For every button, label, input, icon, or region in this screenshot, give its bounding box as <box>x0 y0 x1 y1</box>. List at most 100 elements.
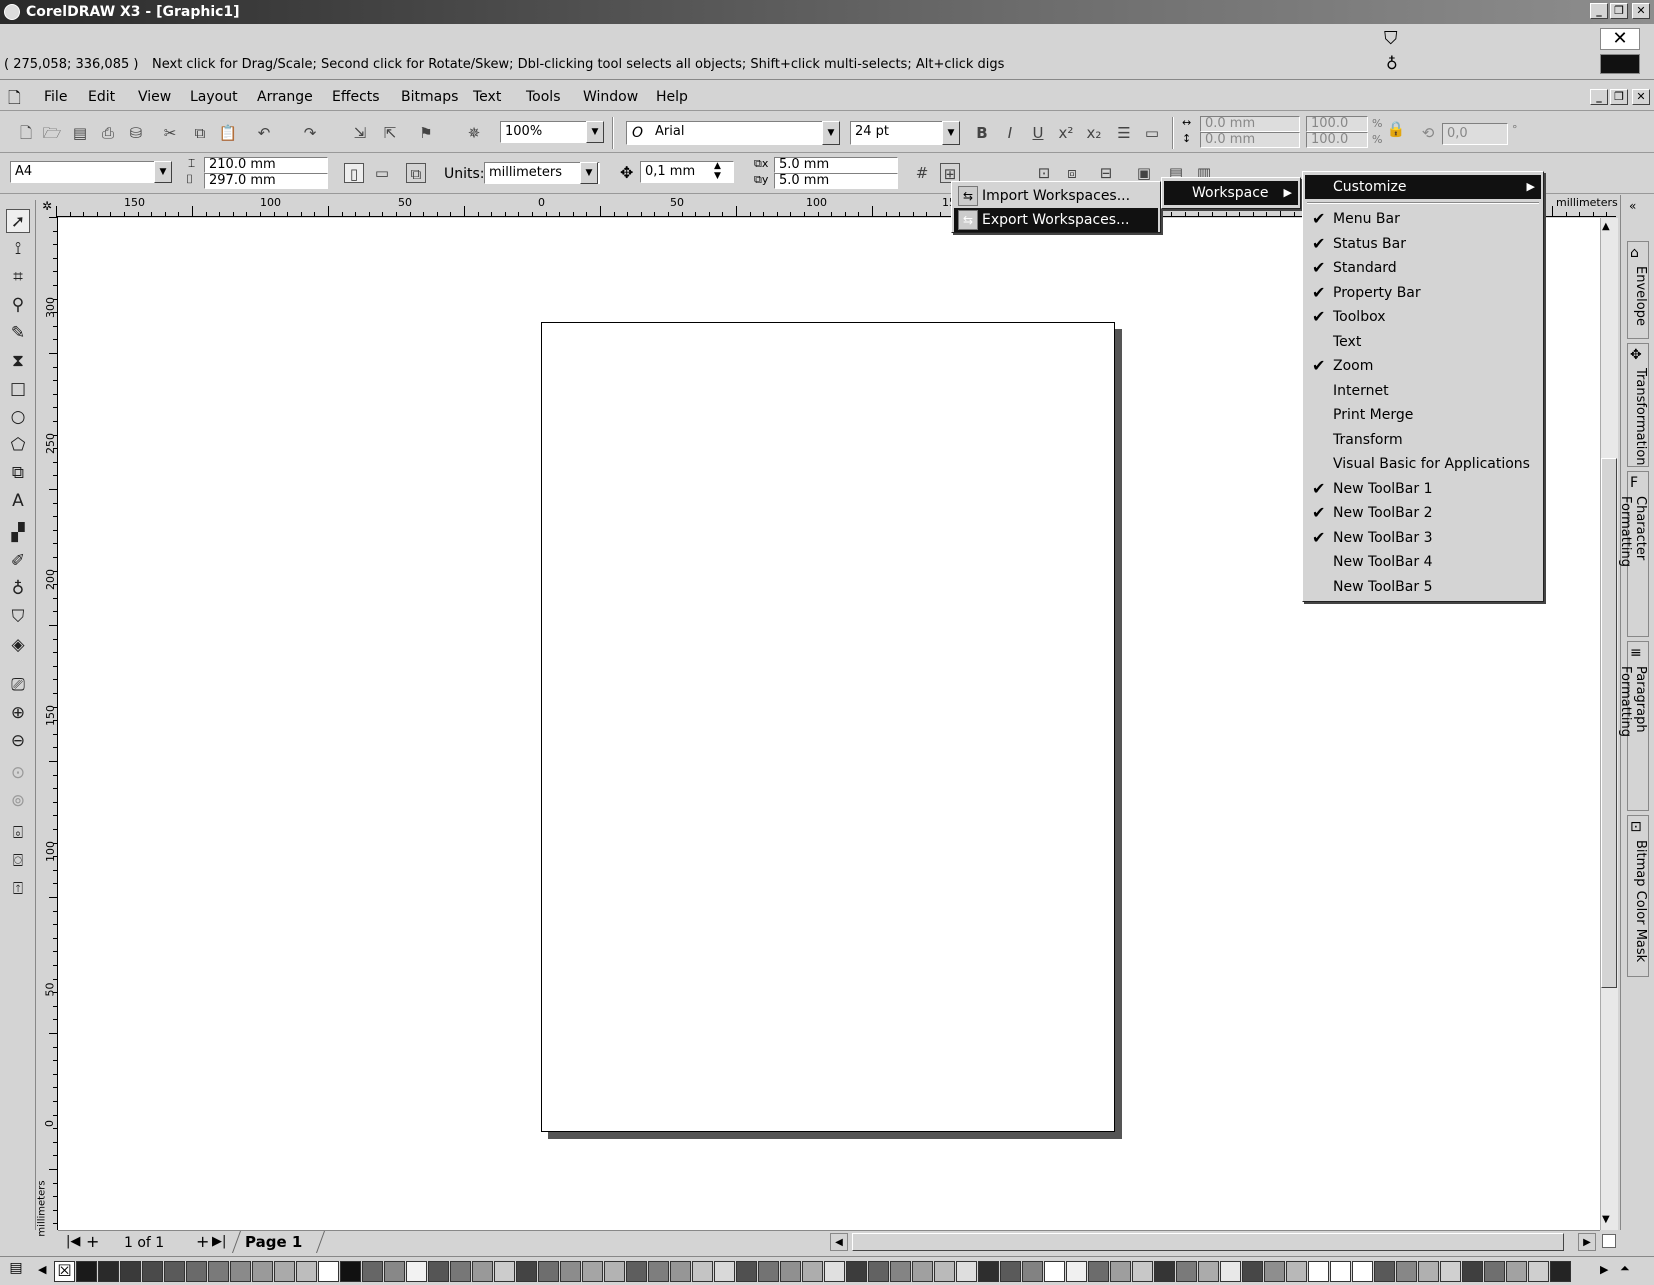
dynamic-guides-icon[interactable]: ⊟ <box>1096 163 1116 183</box>
scale-x-field[interactable]: 100.0 <box>1306 116 1368 132</box>
cut-icon[interactable]: ✂ <box>160 123 180 143</box>
color-swatch[interactable] <box>472 1261 493 1282</box>
export-icon[interactable]: ⇱ <box>380 123 400 143</box>
color-swatch[interactable] <box>362 1261 383 1282</box>
menu-edit[interactable]: Edit <box>88 89 115 105</box>
doc-restore-button[interactable]: ❐ <box>1610 89 1628 105</box>
outline-tool-icon[interactable]: ♁ <box>6 577 30 601</box>
color-swatch[interactable] <box>824 1261 845 1282</box>
color-swatch[interactable] <box>120 1261 141 1282</box>
menu-item-import-workspaces[interactable]: ⇆ Import Workspaces... <box>954 184 1158 208</box>
color-swatch[interactable] <box>1286 1261 1307 1282</box>
menu-item-export-workspaces[interactable]: ⇆ Export Workspaces... <box>954 208 1158 232</box>
zoom-dropdown[interactable]: ▼ <box>586 121 604 143</box>
superscript-icon[interactable]: x² <box>1056 123 1076 143</box>
zoom-width-icon[interactable]: ⌼ <box>6 849 30 873</box>
menu-help[interactable]: Help <box>656 89 688 105</box>
palette-menu-icon[interactable]: ▤ <box>4 1260 28 1282</box>
doc-close-button[interactable]: ✕ <box>1632 89 1650 105</box>
menu-arrange[interactable]: Arrange <box>257 89 313 105</box>
font-dropdown[interactable]: ▼ <box>822 121 840 145</box>
lock-ratio-icon[interactable]: 🔒 <box>1386 119 1406 139</box>
text-align-icon[interactable]: ☰ <box>1114 123 1134 143</box>
scroll-thumb[interactable] <box>1601 458 1617 988</box>
color-swatch[interactable] <box>560 1261 581 1282</box>
first-page-icon[interactable]: |◀ <box>66 1234 80 1249</box>
color-swatch[interactable] <box>76 1261 97 1282</box>
eyedropper-tool-icon[interactable]: ✐ <box>6 549 30 573</box>
view-manager-icon[interactable]: ⎚ <box>6 673 30 697</box>
menu-window[interactable]: Window <box>583 89 638 105</box>
menu-item-toolbar[interactable]: New ToolBar 4 <box>1305 550 1541 574</box>
color-swatch[interactable] <box>428 1261 449 1282</box>
zoom-in-icon[interactable]: ⊕ <box>6 701 30 725</box>
save-icon[interactable]: ▤ <box>70 123 90 143</box>
color-swatch[interactable] <box>1440 1261 1461 1282</box>
color-swatch[interactable] <box>494 1261 515 1282</box>
palette-expand-icon[interactable]: ⏶ <box>1620 1261 1630 1276</box>
color-swatch[interactable] <box>912 1261 933 1282</box>
color-swatch[interactable] <box>934 1261 955 1282</box>
menu-item-toolbar[interactable]: Transform <box>1305 428 1541 452</box>
menu-item-toolbar[interactable]: ✔ Property Bar <box>1305 281 1541 305</box>
color-swatch[interactable] <box>318 1261 339 1282</box>
freehand-tool-icon[interactable]: ✎ <box>6 321 30 345</box>
color-swatch[interactable] <box>1550 1261 1571 1282</box>
menu-effects[interactable]: Effects <box>332 89 380 105</box>
minimize-button[interactable]: _ <box>1590 3 1608 19</box>
menu-bitmaps[interactable]: Bitmaps <box>401 89 458 105</box>
close-button[interactable]: ✕ <box>1632 3 1650 19</box>
color-swatch[interactable] <box>1242 1261 1263 1282</box>
paper-width-field[interactable]: 210.0 mm <box>204 157 328 173</box>
menu-text[interactable]: Text <box>473 89 501 105</box>
color-swatch[interactable] <box>1176 1261 1197 1282</box>
menu-item-toolbar[interactable]: ✔ Status Bar <box>1305 232 1541 256</box>
zoom-selected-icon[interactable]: ⊙ <box>6 761 30 785</box>
color-swatch[interactable] <box>1000 1261 1021 1282</box>
menu-item-toolbar[interactable]: Print Merge <box>1305 403 1541 427</box>
color-swatch[interactable] <box>1044 1261 1065 1282</box>
scroll-up-arrow[interactable]: ▲ <box>1602 221 1610 232</box>
color-swatch[interactable] <box>384 1261 405 1282</box>
color-swatch[interactable] <box>1088 1261 1109 1282</box>
color-swatch[interactable] <box>274 1261 295 1282</box>
menu-item-toolbar[interactable]: ✔ Menu Bar <box>1305 207 1541 231</box>
color-swatch[interactable] <box>1220 1261 1241 1282</box>
outline-color-swatch[interactable] <box>1600 54 1640 74</box>
docker-tab-paragraph-formatting[interactable]: ≡ Paragraph Formatting <box>1618 641 1649 811</box>
color-swatch[interactable] <box>208 1261 229 1282</box>
menu-view[interactable]: View <box>138 89 171 105</box>
color-swatch[interactable] <box>604 1261 625 1282</box>
color-swatch[interactable] <box>538 1261 559 1282</box>
add-page-after-icon[interactable]: + <box>196 1232 209 1251</box>
nudge-spinner[interactable]: ▲ ▼ <box>714 161 721 181</box>
color-swatch[interactable] <box>582 1261 603 1282</box>
duplicate-x-field[interactable]: 5.0 mm <box>774 157 898 173</box>
color-swatch[interactable] <box>1308 1261 1329 1282</box>
page-border[interactable] <box>541 322 1115 1132</box>
edit-text-icon[interactable]: ▭ <box>1142 123 1162 143</box>
color-swatch[interactable] <box>450 1261 471 1282</box>
color-swatch[interactable] <box>1462 1261 1483 1282</box>
doc-minimize-button[interactable]: _ <box>1590 89 1608 105</box>
restore-button[interactable]: ❐ <box>1610 3 1628 19</box>
color-swatch[interactable] <box>648 1261 669 1282</box>
color-swatch[interactable] <box>516 1261 537 1282</box>
print-icon[interactable]: ⎙ <box>98 123 118 143</box>
underline-icon[interactable]: U <box>1028 123 1048 143</box>
color-swatch[interactable] <box>1484 1261 1505 1282</box>
position-y-field[interactable]: 0.0 mm <box>1200 132 1300 148</box>
text-tool-icon[interactable]: A <box>6 489 30 513</box>
last-page-icon[interactable]: ▶| <box>212 1234 226 1249</box>
vertical-scrollbar[interactable]: ▲ ▼ <box>1600 218 1618 1230</box>
landscape-icon[interactable]: ▭ <box>372 163 392 183</box>
menu-item-toolbar[interactable]: ✔ New ToolBar 2 <box>1305 501 1541 525</box>
bold-icon[interactable]: B <box>972 123 992 143</box>
color-swatch[interactable] <box>692 1261 713 1282</box>
color-swatch[interactable] <box>978 1261 999 1282</box>
undo-icon[interactable]: ↶ <box>254 123 274 143</box>
paper-type-dropdown[interactable]: ▼ <box>154 161 172 183</box>
color-swatch[interactable] <box>736 1261 757 1282</box>
rectangle-tool-icon[interactable]: □ <box>6 377 30 401</box>
ruler-origin-icon[interactable]: ✲ <box>38 195 56 217</box>
